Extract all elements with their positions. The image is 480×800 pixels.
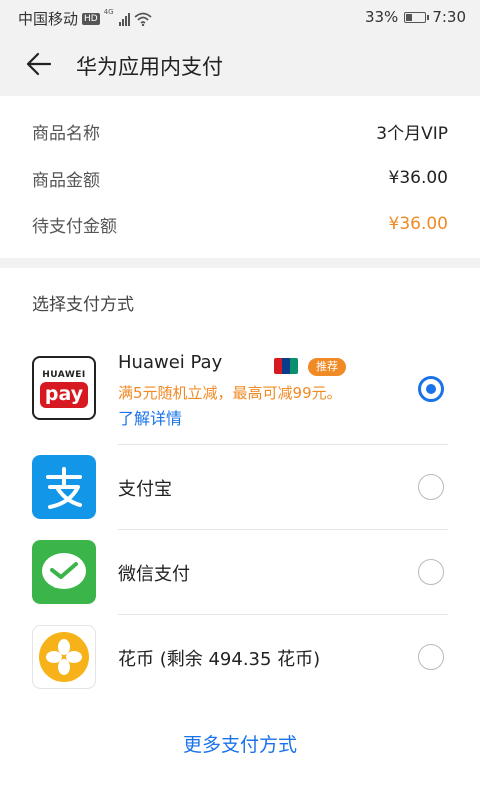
product-name-row: 商品名称 3个月VIP [32,116,448,146]
radio-alipay[interactable] [418,474,444,500]
status-left: 中国移动 HD 4G [18,8,152,29]
payment-option-name: 支付宝 [118,479,172,500]
product-amount-row: 商品金额 ¥36.00 [32,163,448,193]
due-amount-label: 待支付金额 [32,216,117,237]
payment-option-wechat-pay[interactable]: 微信支付 [32,540,448,604]
alipay-icon [32,455,96,519]
status-right: 33% 7:30 [365,8,466,26]
divider [118,529,448,530]
payment-section-title: 选择支付方式 [32,295,134,315]
recommended-badge: 推荐 [308,358,346,376]
details-link[interactable]: 了解详情 [118,405,182,429]
payment-option-name: Huawei Pay [118,352,223,373]
huawei-pay-logo: HUAWEI pay [32,356,96,420]
wifi-icon [134,12,152,26]
payment-option-alipay[interactable]: 支付宝 [32,455,448,519]
carrier-name: 中国移动 [18,10,79,28]
due-amount-row: 待支付金额 ¥36.00 [32,209,448,239]
more-payment-methods-link[interactable]: 更多支付方式 [0,730,480,757]
page-title: 华为应用内支付 [76,55,223,79]
app-header: 华为应用内支付 [0,34,480,96]
payment-option-name: 花币 (剩余 494.35 花币) [118,649,321,670]
divider [118,614,448,615]
unionpay-icon [274,358,298,374]
payment-option-huabi[interactable]: 花币 (剩余 494.35 花币) [32,625,448,689]
battery-percent: 33% [364,8,399,26]
battery-icon [404,11,430,23]
radio-huawei-pay[interactable] [418,376,444,402]
product-name-label: 商品名称 [32,123,100,144]
order-info: 商品名称 3个月VIP 商品金额 ¥36.00 待支付金额 ¥36.00 [0,96,480,258]
product-name-value: 3个月VIP [376,123,448,144]
radio-wechat-pay[interactable] [418,559,444,585]
huabi-coin-icon [32,625,96,689]
network-type: 4G [103,8,114,16]
hd-badge: HD [82,12,100,25]
promo-text: 满5元随机立减，最高可减99元。 [118,384,342,402]
status-bar: 中国移动 HD 4G 33% 7:30 [0,0,480,34]
radio-huabi[interactable] [418,644,444,670]
payment-option-name: 微信支付 [118,564,190,585]
back-arrow-icon[interactable] [24,50,52,78]
product-amount-value: ¥36.00 [388,168,448,188]
product-amount-label: 商品金额 [32,170,100,191]
payment-option-huawei-pay[interactable]: HUAWEI pay Huawei Pay 推荐 满5元随机立减，最高可减99元… [32,352,448,432]
clock: 7:30 [432,8,466,26]
due-amount-value: ¥36.00 [388,214,448,234]
signal-icon [118,12,130,26]
wechat-pay-icon [32,540,96,604]
divider [118,444,448,445]
section-divider [0,258,480,268]
